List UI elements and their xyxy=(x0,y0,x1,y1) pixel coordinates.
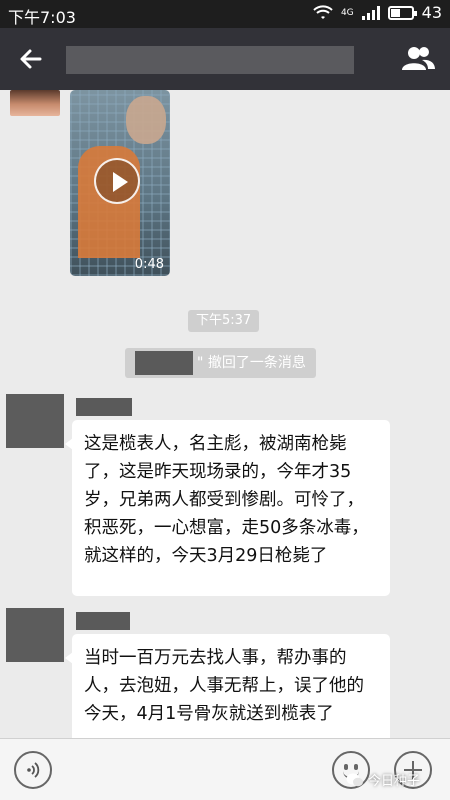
arrow-left-icon xyxy=(20,49,42,69)
network-type-label: 4G xyxy=(340,7,354,18)
message-timestamp: 下午5:37 xyxy=(188,310,260,332)
signal-icon xyxy=(361,5,380,20)
battery-icon xyxy=(387,5,417,20)
recall-notice: " 撤回了一条消息 xyxy=(125,348,316,378)
watermark: 今日种子 xyxy=(346,770,420,789)
input-bar xyxy=(0,738,450,800)
status-time: 下午7:03 xyxy=(8,8,76,27)
sender-avatar[interactable] xyxy=(6,394,64,448)
wechat-official-account-icon xyxy=(346,773,363,786)
sender-name-redacted xyxy=(76,398,132,416)
video-duration: 0:48 xyxy=(134,257,164,272)
chat-info-button[interactable] xyxy=(400,42,436,76)
message-text: 当时一百万元去找人事，帮办事的人，去泡妞，人事无帮上，误了他的今天，4月1号骨灰… xyxy=(84,648,364,724)
back-button[interactable] xyxy=(14,42,48,76)
battery-fill xyxy=(390,8,401,17)
recall-text: " 撤回了一条消息 xyxy=(197,355,306,371)
voice-icon xyxy=(27,762,40,778)
text-message-bubble[interactable]: 这是榄表人，名主彪，被湖南枪毙了，这是昨天现场录的，今年才35岁，兄弟两人都受到… xyxy=(65,420,390,596)
video-message[interactable]: 0:48 xyxy=(70,90,170,276)
wifi-icon xyxy=(313,4,333,19)
chat-header xyxy=(0,28,450,90)
battery-percent: 43 xyxy=(421,3,442,22)
voice-input-button[interactable] xyxy=(14,751,52,789)
status-bar: 下午7:03 4G 43 xyxy=(0,0,450,28)
message-text: 这是榄表人，名主彪，被湖南枪毙了，这是昨天现场录的，今年才35岁，兄弟两人都受到… xyxy=(84,434,369,566)
group-contacts-icon xyxy=(402,47,435,70)
sender-avatar[interactable] xyxy=(6,608,64,662)
recall-name-redacted xyxy=(135,351,193,375)
chat-message-list[interactable]: 0:48 下午5:37 " 撤回了一条消息 这是榄表人，名主彪，被湖南枪毙了，这… xyxy=(0,90,450,738)
sender-avatar[interactable] xyxy=(10,90,60,116)
sender-name-redacted xyxy=(76,612,130,630)
watermark-text: 今日种子 xyxy=(368,774,421,789)
play-icon[interactable] xyxy=(94,158,140,204)
text-message-bubble[interactable]: 当时一百万元去找人事，帮办事的人，去泡妞，人事无帮上，误了他的今天，4月1号骨灰… xyxy=(65,634,390,738)
status-indicators: 4G 43 xyxy=(313,3,442,22)
chat-title-redacted xyxy=(66,46,354,74)
video-thumbnail-face xyxy=(126,96,166,144)
